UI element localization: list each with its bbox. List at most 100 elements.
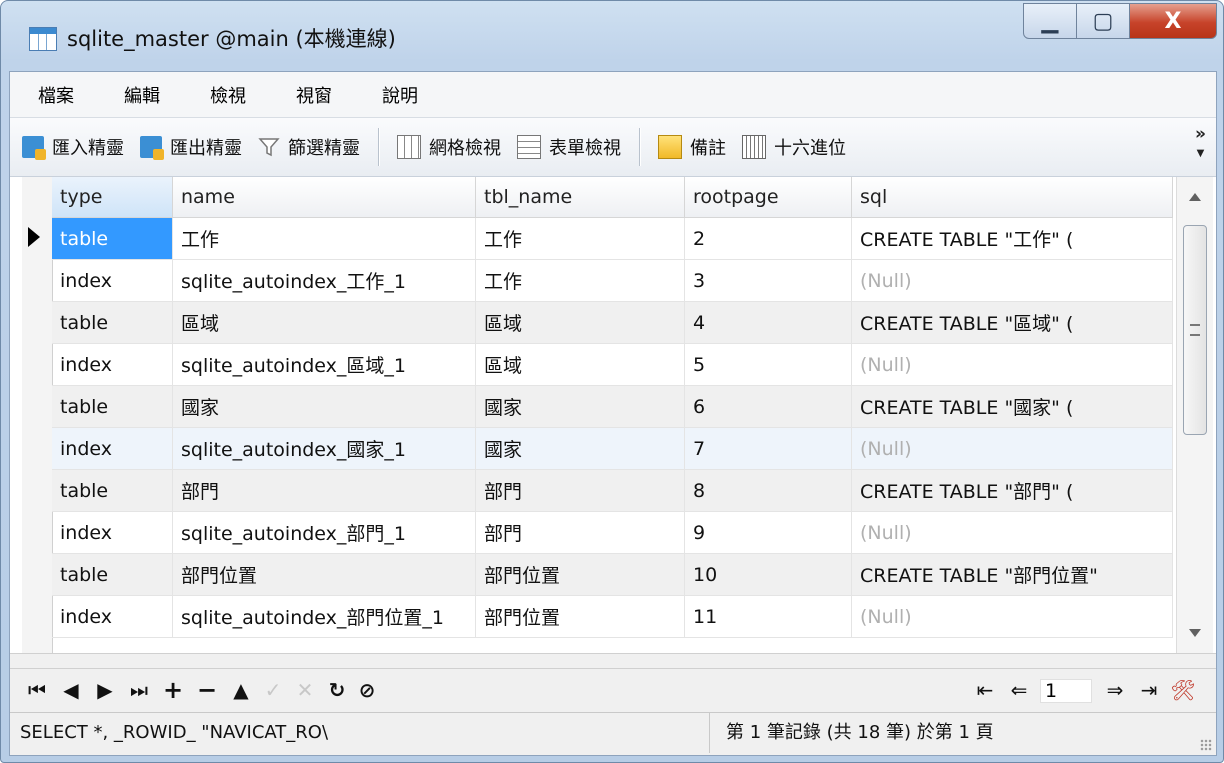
last-record-icon[interactable]: ⏭ bbox=[126, 677, 152, 703]
resize-grip-icon[interactable] bbox=[1200, 739, 1212, 751]
refresh-icon[interactable]: ↻ bbox=[324, 677, 350, 703]
cell-sql[interactable]: CREATE TABLE "國家" ( bbox=[851, 385, 1173, 428]
table-row[interactable]: table 工作 工作 2 CREATE TABLE "工作" ( bbox=[52, 217, 1173, 260]
tools-icon[interactable]: 🛠 bbox=[1170, 677, 1196, 703]
memo-button[interactable]: 備註 bbox=[650, 127, 734, 167]
prev-record-icon[interactable]: ◀ bbox=[58, 677, 84, 703]
cell-type[interactable]: index bbox=[52, 259, 173, 302]
cell-sql[interactable]: (Null) bbox=[851, 595, 1173, 638]
cell-sql[interactable]: CREATE TABLE "部門位置" bbox=[851, 553, 1173, 596]
hex-button[interactable]: 十六進位 bbox=[734, 127, 854, 167]
import-wizard-button[interactable]: 匯入精靈 bbox=[14, 127, 132, 167]
vertical-scrollbar[interactable] bbox=[1176, 177, 1213, 653]
first-record-icon[interactable]: ⏮ bbox=[24, 677, 50, 703]
cell-sql[interactable]: (Null) bbox=[851, 259, 1173, 302]
menu-file[interactable]: 檔案 bbox=[38, 82, 74, 108]
cell-sql[interactable]: (Null) bbox=[851, 427, 1173, 470]
cell-name[interactable]: 部門 bbox=[172, 469, 476, 512]
menu-view[interactable]: 檢視 bbox=[210, 82, 246, 108]
prev-page-icon[interactable]: ⇐ bbox=[1006, 677, 1032, 703]
cell-tbl-name[interactable]: 區域 bbox=[475, 301, 685, 344]
cancel-changes-icon[interactable]: ✕ bbox=[292, 677, 318, 703]
cell-type[interactable]: index bbox=[52, 343, 173, 386]
cell-rootpage[interactable]: 8 bbox=[684, 469, 852, 512]
cell-tbl-name[interactable]: 部門位置 bbox=[475, 595, 685, 638]
cell-rootpage[interactable]: 5 bbox=[684, 343, 852, 386]
cell-tbl-name[interactable]: 國家 bbox=[475, 385, 685, 428]
cell-name[interactable]: sqlite_autoindex_部門位置_1 bbox=[172, 595, 476, 638]
table-row[interactable]: table 國家 國家 6 CREATE TABLE "國家" ( bbox=[52, 385, 1173, 428]
cell-name[interactable]: 部門位置 bbox=[172, 553, 476, 596]
cell-rootpage[interactable]: 7 bbox=[684, 427, 852, 470]
column-header-tbl-name[interactable]: tbl_name bbox=[475, 177, 685, 218]
cell-rootpage[interactable]: 10 bbox=[684, 553, 852, 596]
cell-tbl-name[interactable]: 部門 bbox=[475, 469, 685, 512]
cell-tbl-name[interactable]: 部門 bbox=[475, 511, 685, 554]
next-page-icon[interactable]: ⇒ bbox=[1102, 677, 1128, 703]
delete-record-icon[interactable]: − bbox=[194, 677, 220, 703]
menu-help[interactable]: 說明 bbox=[382, 82, 418, 108]
table-row[interactable]: index sqlite_autoindex_部門_1 部門 9 (Null) bbox=[52, 511, 1173, 554]
column-header-type[interactable]: type bbox=[52, 177, 173, 218]
cell-type[interactable]: table bbox=[52, 553, 173, 596]
cell-type[interactable]: table bbox=[52, 385, 173, 428]
cell-sql[interactable]: CREATE TABLE "工作" ( bbox=[851, 217, 1173, 260]
cell-name[interactable]: 區域 bbox=[172, 301, 476, 344]
cell-type[interactable]: table bbox=[52, 217, 173, 260]
cell-tbl-name[interactable]: 部門位置 bbox=[475, 553, 685, 596]
cell-type[interactable]: index bbox=[52, 427, 173, 470]
title-bar[interactable]: sqlite_master @main (本機連線) ▁ ▢ X bbox=[1, 1, 1223, 71]
table-row[interactable]: index sqlite_autoindex_國家_1 國家 7 (Null) bbox=[52, 427, 1173, 470]
cell-sql[interactable]: CREATE TABLE "部門" ( bbox=[851, 469, 1173, 512]
maximize-button[interactable]: ▢ bbox=[1077, 3, 1130, 39]
cell-sql[interactable]: (Null) bbox=[851, 343, 1173, 386]
cell-rootpage[interactable]: 3 bbox=[684, 259, 852, 302]
cell-rootpage[interactable]: 2 bbox=[684, 217, 852, 260]
cell-type[interactable]: index bbox=[52, 595, 173, 638]
table-row[interactable]: table 部門位置 部門位置 10 CREATE TABLE "部門位置" bbox=[52, 553, 1173, 596]
cell-sql[interactable]: (Null) bbox=[851, 511, 1173, 554]
filter-wizard-button[interactable]: 篩選精靈 bbox=[250, 127, 368, 167]
form-view-button[interactable]: 表單檢視 bbox=[509, 127, 629, 167]
cell-rootpage[interactable]: 11 bbox=[684, 595, 852, 638]
column-header-name[interactable]: name bbox=[172, 177, 476, 218]
cell-name[interactable]: sqlite_autoindex_國家_1 bbox=[172, 427, 476, 470]
cell-sql[interactable]: CREATE TABLE "區域" ( bbox=[851, 301, 1173, 344]
close-button[interactable]: X bbox=[1130, 3, 1217, 39]
cell-name[interactable]: 工作 bbox=[172, 217, 476, 260]
scroll-up-icon[interactable] bbox=[1189, 193, 1201, 201]
minimize-button[interactable]: ▁ bbox=[1023, 3, 1077, 39]
cell-type[interactable]: table bbox=[52, 301, 173, 344]
scroll-thumb[interactable] bbox=[1183, 225, 1207, 435]
menu-edit[interactable]: 編輯 bbox=[124, 82, 160, 108]
cell-type[interactable]: index bbox=[52, 511, 173, 554]
cell-tbl-name[interactable]: 區域 bbox=[475, 343, 685, 386]
table-row[interactable]: index sqlite_autoindex_工作_1 工作 3 (Null) bbox=[52, 259, 1173, 302]
cell-name[interactable]: 國家 bbox=[172, 385, 476, 428]
table-row[interactable]: table 部門 部門 8 CREATE TABLE "部門" ( bbox=[52, 469, 1173, 512]
cell-name[interactable]: sqlite_autoindex_區域_1 bbox=[172, 343, 476, 386]
cell-name[interactable]: sqlite_autoindex_部門_1 bbox=[172, 511, 476, 554]
cell-tbl-name[interactable]: 國家 bbox=[475, 427, 685, 470]
table-row[interactable]: table 區域 區域 4 CREATE TABLE "區域" ( bbox=[52, 301, 1173, 344]
stop-icon[interactable]: ⊘ bbox=[354, 677, 380, 703]
column-header-sql[interactable]: sql bbox=[851, 177, 1173, 218]
menu-window[interactable]: 視窗 bbox=[296, 82, 332, 108]
last-page-icon[interactable]: ⇥ bbox=[1136, 677, 1162, 703]
table-row[interactable]: index sqlite_autoindex_部門位置_1 部門位置 11 (N… bbox=[52, 595, 1173, 638]
scroll-down-icon[interactable] bbox=[1189, 629, 1201, 637]
next-record-icon[interactable]: ▶ bbox=[92, 677, 118, 703]
add-record-icon[interactable]: + bbox=[160, 677, 186, 703]
first-page-icon[interactable]: ⇤ bbox=[972, 677, 998, 703]
table-row[interactable]: index sqlite_autoindex_區域_1 區域 5 (Null) bbox=[52, 343, 1173, 386]
cell-name[interactable]: sqlite_autoindex_工作_1 bbox=[172, 259, 476, 302]
cell-tbl-name[interactable]: 工作 bbox=[475, 217, 685, 260]
cell-rootpage[interactable]: 9 bbox=[684, 511, 852, 554]
cell-type[interactable]: table bbox=[52, 469, 173, 512]
toolbar-overflow-button[interactable]: » ▼ bbox=[1195, 124, 1206, 164]
cell-rootpage[interactable]: 6 bbox=[684, 385, 852, 428]
move-up-icon[interactable]: ▲ bbox=[228, 677, 254, 703]
apply-changes-icon[interactable]: ✓ bbox=[260, 677, 286, 703]
cell-tbl-name[interactable]: 工作 bbox=[475, 259, 685, 302]
cell-rootpage[interactable]: 4 bbox=[684, 301, 852, 344]
